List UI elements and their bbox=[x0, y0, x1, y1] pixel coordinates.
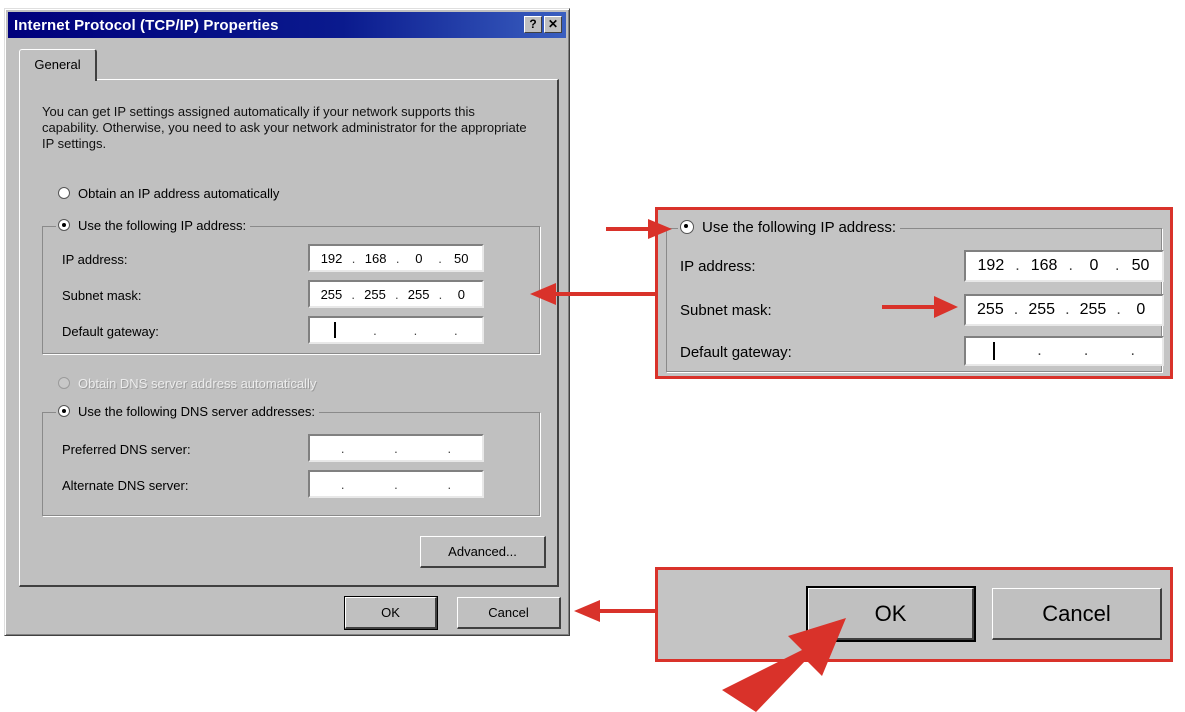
general-panel: You can get IP settings assigned automat… bbox=[19, 79, 559, 587]
ip-address-label: IP address: bbox=[62, 252, 128, 267]
radio-use-ip[interactable]: Use the following IP address: bbox=[56, 216, 251, 234]
subnet-mask-input-zoom[interactable]: 255. 255. 255. 0 bbox=[964, 294, 1164, 326]
subnet-mask-label: Subnet mask: bbox=[62, 288, 142, 303]
radio-button-icon bbox=[58, 377, 70, 389]
default-gateway-label-zoom: Default gateway: bbox=[680, 344, 792, 361]
radio-button-icon bbox=[58, 187, 70, 199]
preferred-dns-input[interactable]: ... bbox=[308, 434, 484, 462]
radio-obtain-ip-auto[interactable]: Obtain an IP address automatically bbox=[58, 184, 279, 202]
radio-label: Use the following IP address: bbox=[702, 218, 896, 236]
alternate-dns-label: Alternate DNS server: bbox=[62, 478, 189, 493]
default-gateway-label: Default gateway: bbox=[62, 324, 159, 339]
radio-label: Obtain an IP address automatically bbox=[78, 185, 280, 201]
radio-label: Use the following DNS server addresses: bbox=[78, 403, 315, 419]
dialog-title: Internet Protocol (TCP/IP) Properties bbox=[14, 16, 279, 34]
text-caret bbox=[993, 342, 996, 360]
arrow-to-dialog-buttons bbox=[574, 600, 655, 622]
help-button[interactable]: ? bbox=[524, 16, 542, 33]
ip-address-input-zoom[interactable]: 192. 168. 0. 50 bbox=[964, 250, 1164, 282]
ip-address-input[interactable]: 192. 168. 0. 50 bbox=[308, 244, 484, 272]
dns-server-group bbox=[42, 412, 540, 516]
default-gateway-input[interactable]: ... bbox=[308, 316, 484, 344]
alternate-dns-input[interactable]: ... bbox=[308, 470, 484, 498]
subnet-mask-label-zoom: Subnet mask: bbox=[680, 302, 772, 319]
advanced-button[interactable]: Advanced... bbox=[420, 536, 546, 568]
radio-button-icon bbox=[58, 405, 70, 417]
close-button[interactable]: ✕ bbox=[544, 16, 562, 33]
tcpip-properties-dialog: Internet Protocol (TCP/IP) Properties ? … bbox=[4, 8, 570, 636]
ok-cancel-zoom-callout: OK Cancel bbox=[655, 567, 1173, 662]
title-bar[interactable]: Internet Protocol (TCP/IP) Properties ? … bbox=[8, 12, 566, 38]
radio-button-icon bbox=[680, 220, 694, 234]
intro-text: You can get IP settings assigned automat… bbox=[42, 104, 527, 151]
ip-settings-zoom-callout: Use the following IP address: IP address… bbox=[655, 207, 1173, 379]
radio-label: Obtain DNS server address automatically bbox=[78, 375, 317, 391]
preferred-dns-label: Preferred DNS server: bbox=[62, 442, 191, 457]
ip-address-label-zoom: IP address: bbox=[680, 258, 756, 275]
cancel-button[interactable]: Cancel bbox=[457, 597, 561, 629]
tab-general[interactable]: General bbox=[19, 49, 97, 81]
text-caret bbox=[334, 322, 337, 338]
default-gateway-input-zoom[interactable]: ... bbox=[964, 336, 1164, 366]
radio-use-dns[interactable]: Use the following DNS server addresses: bbox=[56, 402, 319, 420]
subnet-mask-input[interactable]: 255. 255. 255. 0 bbox=[308, 280, 484, 308]
radio-button-icon bbox=[58, 219, 70, 231]
ok-button[interactable]: OK bbox=[344, 596, 438, 630]
radio-label: Use the following IP address: bbox=[78, 217, 247, 233]
ok-button-zoom[interactable]: OK bbox=[806, 586, 976, 642]
cancel-button-zoom[interactable]: Cancel bbox=[992, 588, 1162, 640]
radio-use-ip-zoom[interactable]: Use the following IP address: bbox=[678, 218, 900, 236]
radio-obtain-dns-auto: Obtain DNS server address automatically bbox=[58, 374, 316, 392]
